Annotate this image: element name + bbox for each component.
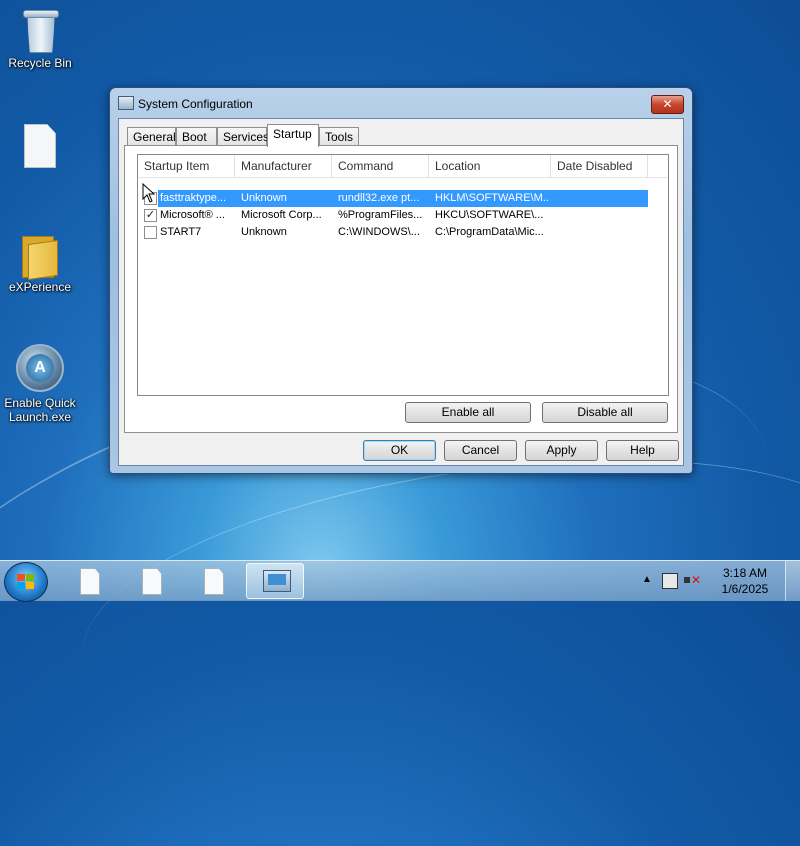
row-checkbox[interactable] xyxy=(144,226,157,239)
clock[interactable]: 3:18 AM 1/6/2025 xyxy=(714,565,776,597)
folder-icon xyxy=(22,232,58,281)
taskbar-button-file-2[interactable] xyxy=(122,563,180,599)
column-header-command[interactable]: Command xyxy=(332,155,429,177)
tab-services[interactable]: Services xyxy=(217,127,269,146)
tab-boot[interactable]: Boot xyxy=(176,127,217,146)
desktop-icon-label: eXPerience xyxy=(8,280,72,294)
apply-button[interactable]: Apply xyxy=(525,440,598,461)
windows-start-icon xyxy=(17,574,35,590)
help-button[interactable]: Help xyxy=(606,440,679,461)
cell-command: C:\WINDOWS\... xyxy=(338,226,420,238)
dialog-client-area: General Boot Services Startup Tools Star… xyxy=(118,118,684,466)
cell-startup-item: Microsoft® ... xyxy=(160,209,225,221)
cancel-button[interactable]: Cancel xyxy=(444,440,517,461)
disable-all-button[interactable]: Disable all xyxy=(542,402,668,423)
dialog-title: System Configuration xyxy=(138,97,253,111)
table-row[interactable]: START7 Unknown C:\WINDOWS\... C:\Program… xyxy=(138,224,668,241)
cell-manufacturer: Unknown xyxy=(241,192,287,204)
enable-all-button[interactable]: Enable all xyxy=(405,402,531,423)
desktop-icon-file[interactable] xyxy=(0,124,80,172)
tab-tools[interactable]: Tools xyxy=(319,127,359,146)
file-icon xyxy=(24,124,56,168)
taskbar: ▲ ✕ 3:18 AM 1/6/2025 xyxy=(0,560,800,602)
taskbar-button-system-configuration[interactable] xyxy=(246,563,304,599)
title-bar[interactable]: System Configuration ✕ xyxy=(110,88,692,118)
tab-general[interactable]: General xyxy=(127,127,176,146)
show-desktop-button[interactable] xyxy=(785,561,800,601)
list-header: Startup Item Manufacturer Command Locati… xyxy=(138,155,668,178)
file-icon xyxy=(204,568,224,595)
volume-muted-icon[interactable]: ✕ xyxy=(684,573,701,587)
desktop-icon-label: Enable Quick Launch.exe xyxy=(4,396,76,424)
close-button[interactable]: ✕ xyxy=(651,95,684,114)
system-tray: ▲ ✕ 3:18 AM 1/6/2025 xyxy=(640,561,800,601)
start-button[interactable] xyxy=(4,562,48,602)
cell-manufacturer: Unknown xyxy=(241,226,287,238)
column-header-location[interactable]: Location xyxy=(429,155,551,177)
file-icon xyxy=(80,568,100,595)
column-header-date-disabled[interactable]: Date Disabled xyxy=(551,155,648,177)
show-hidden-icons-icon[interactable]: ▲ xyxy=(642,574,652,585)
network-icon[interactable] xyxy=(662,573,678,589)
row-checkbox[interactable]: ✓ xyxy=(144,209,157,222)
system-configuration-icon xyxy=(263,570,291,592)
tab-startup[interactable]: Startup xyxy=(267,124,319,147)
cell-location: HKLM\SOFTWARE\M... xyxy=(435,192,549,204)
clock-date: 1/6/2025 xyxy=(721,582,769,596)
mouse-cursor-icon xyxy=(142,183,156,203)
table-row[interactable]: ✓ Microsoft® ... Microsoft Corp... %Prog… xyxy=(138,207,668,224)
cell-location: HKCU\SOFTWARE\... xyxy=(435,209,544,221)
recycle-bin-icon xyxy=(23,8,59,53)
cell-startup-item: START7 xyxy=(160,226,202,238)
cell-startup-item: fasttraktype... xyxy=(160,192,227,204)
system-configuration-dialog: System Configuration ✕ General Boot Serv… xyxy=(109,87,693,474)
taskbar-button-file-1[interactable] xyxy=(60,563,118,599)
desktop-icon-label: Recycle Bin xyxy=(8,56,72,70)
desktop-icon-experience[interactable]: eXPerience xyxy=(0,232,80,294)
startup-list[interactable]: Startup Item Manufacturer Command Locati… xyxy=(137,154,669,396)
system-configuration-icon xyxy=(118,96,134,110)
cell-command: %ProgramFiles... xyxy=(338,209,423,221)
cell-manufacturer: Microsoft Corp... xyxy=(241,209,322,221)
desktop-icon-recycle-bin[interactable]: Recycle Bin xyxy=(0,8,80,70)
table-row[interactable]: fasttraktype... Unknown rundll32.exe pt.… xyxy=(138,190,668,207)
startup-tab-panel: Startup Item Manufacturer Command Locati… xyxy=(124,145,678,433)
cell-command: rundll32.exe pt... xyxy=(338,192,420,204)
file-icon xyxy=(142,568,162,595)
quick-launch-icon: A xyxy=(16,344,64,392)
taskbar-button-file-3[interactable] xyxy=(184,563,242,599)
column-header-manufacturer[interactable]: Manufacturer xyxy=(235,155,332,177)
cell-location: C:\ProgramData\Mic... xyxy=(435,226,544,238)
clock-time: 3:18 AM xyxy=(722,566,768,580)
column-header-startup-item[interactable]: Startup Item xyxy=(138,155,235,177)
desktop-icon-enable-quick-launch[interactable]: A Enable Quick Launch.exe xyxy=(0,344,80,424)
ok-button[interactable]: OK xyxy=(363,440,436,461)
